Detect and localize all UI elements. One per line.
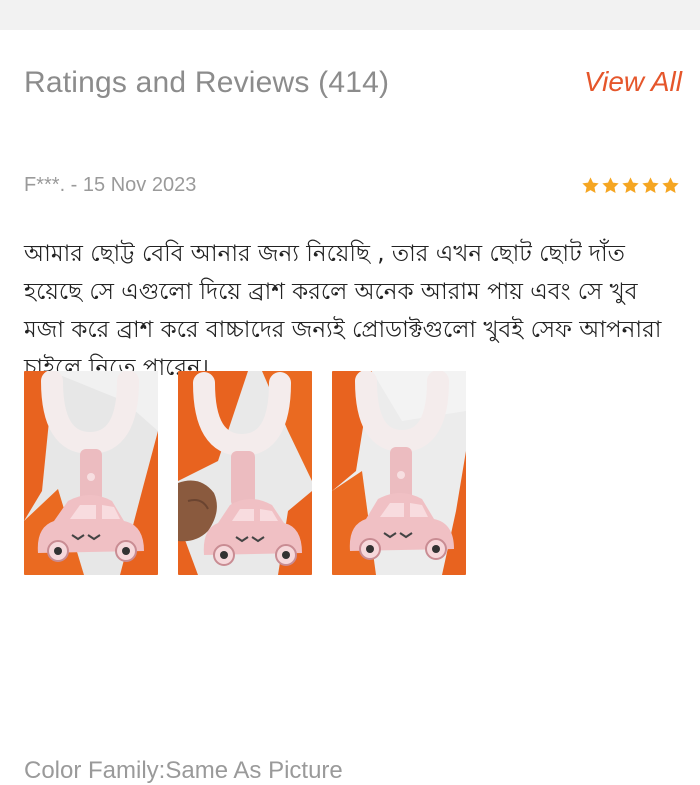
- review-text: আমার ছোট্ট বেবি আনার জন্য নিয়েছি , তার …: [24, 241, 662, 381]
- toothbrush-photo-image: [178, 371, 312, 575]
- star-icon: [602, 177, 619, 193]
- toothbrush-photo-image: [332, 371, 466, 575]
- review-photos: [24, 371, 466, 575]
- section-title: Ratings and Reviews (414): [24, 66, 390, 99]
- toothbrush-photo-image: [24, 371, 158, 575]
- star-icon: [642, 177, 659, 193]
- star-icon: [662, 177, 679, 193]
- review-author-date: F***. - 15 Nov 2023: [24, 174, 197, 196]
- star-icon: [582, 177, 599, 193]
- review-photo-1[interactable]: [24, 371, 158, 575]
- review-photo-2[interactable]: [178, 371, 312, 575]
- top-divider-strip: [0, 0, 700, 30]
- view-all-link[interactable]: View All: [584, 66, 682, 98]
- rating-stars: [581, 176, 680, 206]
- star-icon: [622, 177, 639, 193]
- variant-info: Color Family:Same As Picture: [24, 757, 343, 784]
- review-photo-3[interactable]: [332, 371, 466, 575]
- reviews-header: Ratings and Reviews (414) View All: [0, 30, 700, 140]
